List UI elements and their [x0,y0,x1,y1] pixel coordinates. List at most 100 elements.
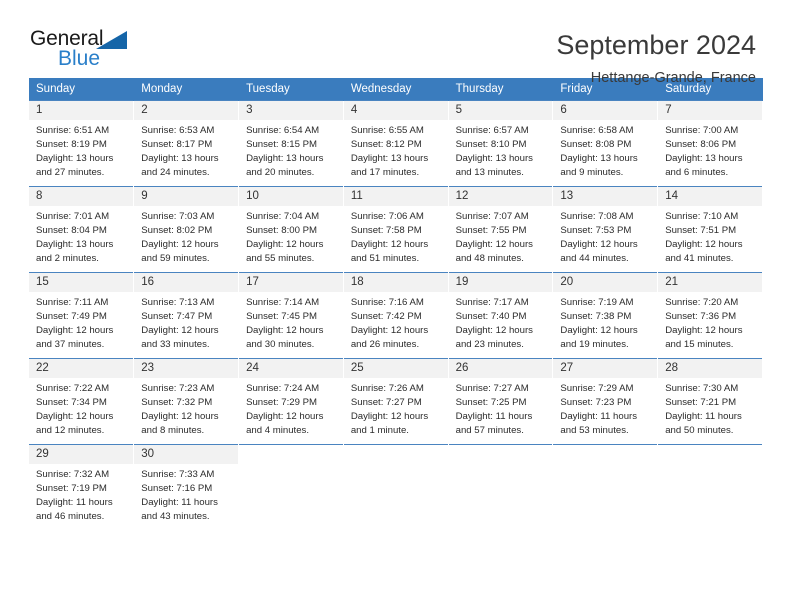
calendar-week-row: 29 Sunrise: 7:32 AM Sunset: 7:19 PM Dayligh… [29,444,763,531]
day-cell[interactable]: 6 Sunrise: 6:58 AM Sunset: 8:08 PM Daylight… [552,100,659,187]
daylight-text-line2: and 23 minutes. [455,339,524,351]
sunrise-text: Sunrise: 7:16 AM [350,297,424,309]
daylight-text-line2: and 41 minutes. [665,253,734,265]
day-number: 24 [239,359,343,379]
day-cell[interactable]: 17 Sunrise: 7:14 AM Sunset: 7:45 PM Dayligh… [238,272,344,359]
daylight-text-line2: and 59 minutes. [141,253,210,265]
day-number: 5 [448,101,553,121]
day-number [553,445,658,462]
day-cell[interactable]: 13 Sunrise: 7:08 AM Sunset: 7:53 PM Dayligh… [552,186,659,273]
day-details: Sunrise: 7:06 AM Sunset: 7:58 PM Daylight:… [344,206,448,266]
daylight-text-line2: and 33 minutes. [141,339,210,351]
sunrise-text: Sunrise: 7:14 AM [246,297,320,309]
day-cell[interactable]: 27 Sunrise: 7:29 AM Sunset: 7:23 PM Dayligh… [552,358,659,445]
day-cell-empty [552,444,659,531]
day-details: Sunrise: 6:55 AM Sunset: 8:12 PM Daylight:… [344,120,448,180]
day-number [658,445,762,462]
sunset-text: Sunset: 7:34 PM [36,397,107,409]
day-number: 26 [448,359,553,379]
sunset-text: Sunset: 8:06 PM [665,139,737,151]
daylight-text-line1: Daylight: 12 hours [36,325,114,337]
day-cell[interactable]: 1 Sunrise: 6:51 AM Sunset: 8:19 PM Daylight… [29,100,135,187]
day-cell[interactable]: 15 Sunrise: 7:11 AM Sunset: 7:49 PM Dayligh… [29,272,135,359]
day-cell[interactable]: 21 Sunrise: 7:20 AM Sunset: 7:36 PM Dayligh… [657,272,763,359]
day-cell[interactable]: 16 Sunrise: 7:13 AM Sunset: 7:47 PM Dayligh… [133,272,240,359]
daylight-text-line1: Daylight: 13 hours [350,153,429,165]
day-cell[interactable]: 22 Sunrise: 7:22 AM Sunset: 7:34 PM Dayligh… [29,358,135,445]
sunrise-text: Sunrise: 7:27 AM [455,383,529,395]
sunset-text: Sunset: 7:58 PM [350,225,422,237]
daylight-text-line2: and 12 minutes. [36,425,105,437]
daylight-text-line2: and 8 minutes. [141,425,205,437]
day-cell[interactable]: 5 Sunrise: 6:57 AM Sunset: 8:10 PM Daylight… [448,100,554,187]
title-block: September 2024 Hettange-Grande, France [556,28,756,86]
day-cell[interactable]: 4 Sunrise: 6:55 AM Sunset: 8:12 PM Daylight… [343,100,449,187]
sunset-text: Sunset: 7:36 PM [665,311,737,323]
day-cell[interactable]: 28 Sunrise: 7:30 AM Sunset: 7:21 PM Dayligh… [657,358,763,445]
day-number: 1 [29,101,134,121]
sunset-text: Sunset: 8:02 PM [141,225,213,237]
daylight-text-line1: Daylight: 13 hours [665,153,743,165]
daylight-text-line2: and 17 minutes. [350,167,420,179]
logo-text-blue: Blue [58,47,101,70]
daylight-text-line1: Daylight: 13 hours [141,153,219,165]
day-details: Sunrise: 6:58 AM Sunset: 8:08 PM Daylight:… [553,120,657,180]
day-cell[interactable]: 10 Sunrise: 7:04 AM Sunset: 8:00 PM Dayligh… [238,186,344,273]
sunrise-text: Sunrise: 6:57 AM [455,125,529,137]
general-blue-logo[interactable]: General Blue [30,28,150,76]
daylight-text-line1: Daylight: 12 hours [246,411,324,423]
sunrise-text: Sunrise: 7:23 AM [141,383,215,395]
daylight-text-line1: Daylight: 11 hours [560,411,638,423]
day-number: 17 [239,273,343,293]
daylight-text-line2: and 27 minutes. [36,167,105,179]
daylight-text-line2: and 15 minutes. [665,339,734,351]
day-cell[interactable]: 18 Sunrise: 7:16 AM Sunset: 7:42 PM Dayligh… [343,272,449,359]
day-number: 8 [29,187,134,207]
day-cell[interactable]: 19 Sunrise: 7:17 AM Sunset: 7:40 PM Dayligh… [448,272,554,359]
day-number [343,445,448,462]
day-number: 10 [239,187,343,207]
day-cell[interactable]: 25 Sunrise: 7:26 AM Sunset: 7:27 PM Dayligh… [343,358,449,445]
daylight-text-line1: Daylight: 12 hours [455,239,533,251]
calendar-week-row: 8 Sunrise: 7:01 AM Sunset: 8:04 PM Daylight… [29,186,763,273]
weekday-header-wednesday: Wednesday [343,78,449,101]
day-cell[interactable]: 9 Sunrise: 7:03 AM Sunset: 8:02 PM Daylight… [133,186,240,273]
day-cell[interactable]: 2 Sunrise: 6:53 AM Sunset: 8:17 PM Daylight… [133,100,240,187]
day-number: 20 [553,273,658,293]
day-cell[interactable]: 14 Sunrise: 7:10 AM Sunset: 7:51 PM Dayligh… [657,186,763,273]
daylight-text-line2: and 24 minutes. [141,167,210,179]
daylight-text-line1: Daylight: 12 hours [455,325,533,337]
day-cell[interactable]: 11 Sunrise: 7:06 AM Sunset: 7:58 PM Dayligh… [343,186,449,273]
sunset-text: Sunset: 8:17 PM [141,139,213,151]
day-number: 27 [553,359,658,379]
sunrise-text: Sunrise: 7:20 AM [665,297,739,309]
day-cell-empty [343,444,449,531]
day-cell[interactable]: 20 Sunrise: 7:19 AM Sunset: 7:38 PM Dayligh… [552,272,659,359]
daylight-text-line2: and 4 minutes. [246,425,309,437]
sunrise-text: Sunrise: 7:01 AM [36,211,110,223]
day-cell[interactable]: 30 Sunrise: 7:33 AM Sunset: 7:16 PM Dayligh… [133,444,240,531]
day-details: Sunrise: 6:57 AM Sunset: 8:10 PM Daylight:… [449,120,553,180]
day-number [239,445,343,462]
weekday-header-sunday: Sunday [29,78,135,101]
sunset-text: Sunset: 7:42 PM [350,311,422,323]
daylight-text-line1: Daylight: 11 hours [36,497,113,509]
day-cell[interactable]: 3 Sunrise: 6:54 AM Sunset: 8:15 PM Daylight… [238,100,344,187]
day-cell[interactable]: 23 Sunrise: 7:23 AM Sunset: 7:32 PM Dayligh… [133,358,240,445]
daylight-text-line1: Daylight: 12 hours [665,325,743,337]
day-number: 16 [134,273,239,293]
daylight-text-line2: and 51 minutes. [350,253,420,265]
day-number: 11 [343,187,448,207]
day-details: Sunrise: 6:53 AM Sunset: 8:17 PM Daylight:… [134,120,238,180]
sunrise-text: Sunrise: 7:30 AM [665,383,739,395]
logo-triangle-icon [96,31,127,49]
day-cell[interactable]: 8 Sunrise: 7:01 AM Sunset: 8:04 PM Daylight… [29,186,135,273]
sunset-text: Sunset: 8:08 PM [560,139,632,151]
day-cell[interactable]: 26 Sunrise: 7:27 AM Sunset: 7:25 PM Dayligh… [448,358,554,445]
day-cell[interactable]: 24 Sunrise: 7:24 AM Sunset: 7:29 PM Dayligh… [238,358,344,445]
day-number: 28 [658,359,762,379]
daylight-text-line1: Daylight: 12 hours [350,239,429,251]
day-cell[interactable]: 29 Sunrise: 7:32 AM Sunset: 7:19 PM Dayligh… [29,444,135,531]
day-cell[interactable]: 7 Sunrise: 7:00 AM Sunset: 8:06 PM Daylight… [657,100,763,187]
day-cell[interactable]: 12 Sunrise: 7:07 AM Sunset: 7:55 PM Dayligh… [448,186,554,273]
